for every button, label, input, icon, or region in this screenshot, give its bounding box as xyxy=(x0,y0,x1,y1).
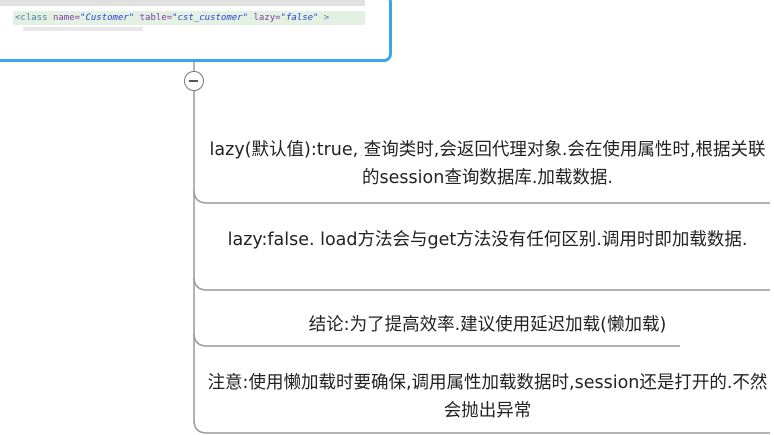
topic-conclusion[interactable]: 结论:为了提高效率.建议使用延迟加载(懒加载) xyxy=(205,311,770,339)
topic-lazy-true[interactable]: lazy(默认值):true, 查询类时,会返回代理对象.会在使用属性时,根据关… xyxy=(205,136,770,192)
topic-lazy-false[interactable]: lazy:false. load方法会与get方法没有任何区别.调用时即加载数据… xyxy=(205,226,770,254)
topic-note[interactable]: 注意:使用懒加载时要确保,调用属性加载数据时,session还是打开的.不然会抛… xyxy=(205,369,770,425)
connector-branch-2 xyxy=(193,276,770,291)
collapse-toggle-button[interactable] xyxy=(184,71,204,91)
